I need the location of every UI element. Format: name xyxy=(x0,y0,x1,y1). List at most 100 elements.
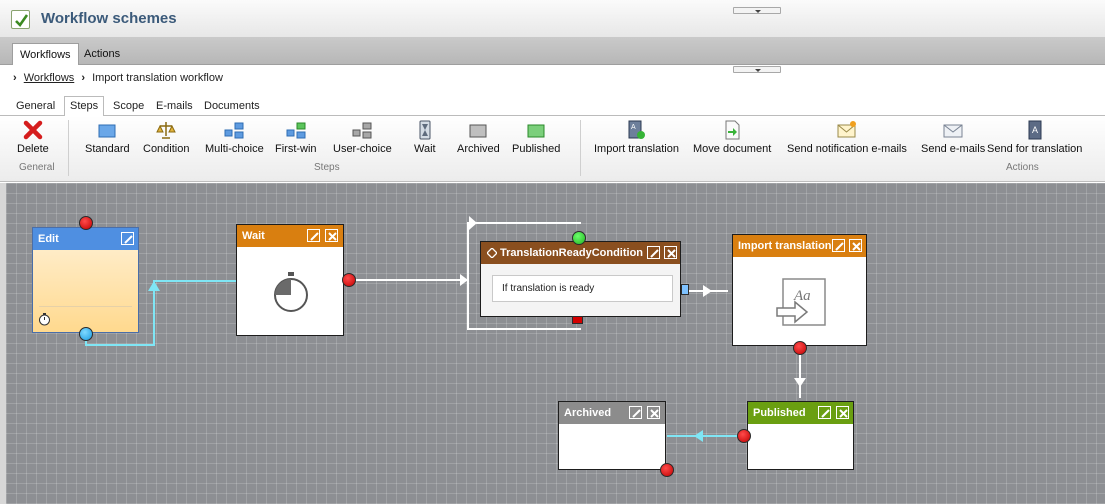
collapse-tabs-handle[interactable] xyxy=(733,66,781,73)
toolbar: Delete General Standard Condition Multi-… xyxy=(0,116,1105,182)
condition-input-connector[interactable] xyxy=(572,231,586,245)
hourglass-icon xyxy=(419,120,431,140)
tab-documents[interactable]: Documents xyxy=(199,100,265,116)
tab-actions[interactable]: Actions xyxy=(77,43,127,65)
delete-icon xyxy=(23,120,43,140)
collapse-header-handle[interactable] xyxy=(733,7,781,14)
close-icon xyxy=(839,409,848,418)
group-label-steps: Steps xyxy=(314,162,340,173)
stopwatch-icon xyxy=(274,272,308,312)
step-node-title: TranslationReadyCondition xyxy=(500,247,644,259)
send-emails-action-label: Send e-mails xyxy=(921,143,986,155)
edit-step-button[interactable] xyxy=(121,232,134,245)
close-icon xyxy=(667,249,676,258)
edit-step-button[interactable] xyxy=(818,406,831,419)
standard-step-button[interactable]: Standard xyxy=(85,120,130,155)
user-choice-icon xyxy=(352,122,372,139)
first-win-step-button[interactable]: First-win xyxy=(275,120,317,155)
move-document-action-button[interactable]: Move document xyxy=(693,120,771,155)
breadcrumb-arrow-icon: › xyxy=(81,72,85,84)
pencil-icon xyxy=(821,409,830,418)
title-bar: Workflow schemes xyxy=(0,0,1105,38)
archived-output-connector[interactable] xyxy=(660,463,674,477)
delete-step-button[interactable] xyxy=(664,246,677,259)
tab-workflows[interactable]: Workflows xyxy=(12,43,79,65)
condition-case-output-connector[interactable] xyxy=(681,284,689,295)
multi-choice-step-label: Multi-choice xyxy=(205,143,264,155)
delete-button[interactable]: Delete xyxy=(17,120,49,155)
delete-step-button[interactable] xyxy=(849,239,862,252)
edit-step-button[interactable] xyxy=(647,246,660,259)
breadcrumb: › Workflows › Import translation workflo… xyxy=(13,72,223,84)
delete-label: Delete xyxy=(17,143,49,155)
send-for-translation-action-button[interactable]: A Send for translation xyxy=(987,120,1082,155)
condition-case[interactable]: If translation is ready xyxy=(492,275,673,302)
move-document-icon xyxy=(725,120,740,140)
send-for-translation-action-label: Send for translation xyxy=(987,143,1083,155)
condition-case-label: If translation is ready xyxy=(502,283,595,294)
import-translation-action-button[interactable]: A Import translation xyxy=(594,120,679,155)
import-translation-icon: A xyxy=(628,120,646,139)
breadcrumb-arrow-icon: › xyxy=(13,72,17,84)
wait-output-connector[interactable] xyxy=(342,273,356,287)
email-icon xyxy=(943,124,963,138)
breadcrumb-workflows-link[interactable]: Workflows xyxy=(24,72,75,84)
first-win-icon xyxy=(286,122,306,139)
close-icon xyxy=(650,409,659,418)
step-node-import-translation[interactable]: Import translation Aa xyxy=(732,234,867,346)
condition-else-output-connector[interactable] xyxy=(572,316,583,324)
step-node-edit[interactable]: Edit xyxy=(32,227,139,333)
edit-input-connector[interactable] xyxy=(79,216,93,230)
send-notification-emails-action-button[interactable]: Send notification e-mails xyxy=(787,120,907,155)
connector-arrow-icon xyxy=(460,274,468,286)
tab-scope[interactable]: Scope xyxy=(108,100,149,116)
tab-emails[interactable]: E-mails xyxy=(151,100,198,116)
step-node-condition[interactable]: TranslationReadyCondition If translation… xyxy=(480,241,681,317)
archived-step-label: Archived xyxy=(457,143,500,155)
edit-step-button[interactable] xyxy=(629,406,642,419)
multi-choice-step-button[interactable]: Multi-choice xyxy=(205,120,264,155)
step-node-title: Wait xyxy=(242,230,265,242)
multi-choice-icon xyxy=(224,122,244,139)
send-emails-action-button[interactable]: Send e-mails xyxy=(921,120,985,155)
published-output-connector[interactable] xyxy=(737,429,751,443)
user-choice-step-label: User-choice xyxy=(333,143,392,155)
delete-step-button[interactable] xyxy=(325,229,338,242)
wait-step-button[interactable]: Wait xyxy=(414,120,436,155)
tab-steps[interactable]: Steps xyxy=(64,96,105,117)
standard-step-label: Standard xyxy=(85,143,130,155)
import-translation-output-connector[interactable] xyxy=(793,341,807,355)
import-translation-action-label: Import translation xyxy=(594,143,679,155)
pencil-icon xyxy=(632,409,641,418)
archived-step-button[interactable]: Archived xyxy=(457,120,500,155)
pencil-icon xyxy=(650,249,659,258)
delete-step-button[interactable] xyxy=(836,406,849,419)
page-title: Workflow schemes xyxy=(41,10,177,27)
pencil-icon xyxy=(835,242,844,251)
pencil-icon xyxy=(124,235,133,244)
edit-step-button[interactable] xyxy=(832,239,845,252)
step-node-published[interactable]: Published xyxy=(747,401,854,470)
toolbar-divider xyxy=(580,120,581,176)
condition-diamond-icon xyxy=(487,248,497,258)
connectors-layer xyxy=(85,216,806,442)
published-step-button[interactable]: Published xyxy=(512,120,560,155)
delete-step-button[interactable] xyxy=(647,406,660,419)
edit-step-button[interactable] xyxy=(307,229,320,242)
sub-tabs: General Steps Scope E-mails Documents xyxy=(0,96,1105,117)
step-node-archived[interactable]: Archived xyxy=(558,401,666,470)
condition-step-label: Condition xyxy=(143,143,190,155)
node-divider xyxy=(39,306,132,307)
tab-general[interactable]: General xyxy=(11,100,60,116)
workflow-designer-canvas[interactable]: Edit Wait TranslationReadyCondition If t… xyxy=(6,183,1105,504)
scales-icon xyxy=(156,122,177,139)
step-node-title: Edit xyxy=(38,233,59,245)
send-notification-emails-action-label: Send notification e-mails xyxy=(787,143,907,155)
user-choice-step-button[interactable]: User-choice xyxy=(333,120,392,155)
condition-step-button[interactable]: Condition xyxy=(143,120,189,155)
step-node-title: Import translation xyxy=(738,240,832,252)
group-label-actions: Actions xyxy=(1006,162,1039,173)
group-label-general: General xyxy=(19,162,55,173)
edit-output-connector[interactable] xyxy=(79,327,93,341)
step-node-wait[interactable]: Wait xyxy=(236,224,344,336)
